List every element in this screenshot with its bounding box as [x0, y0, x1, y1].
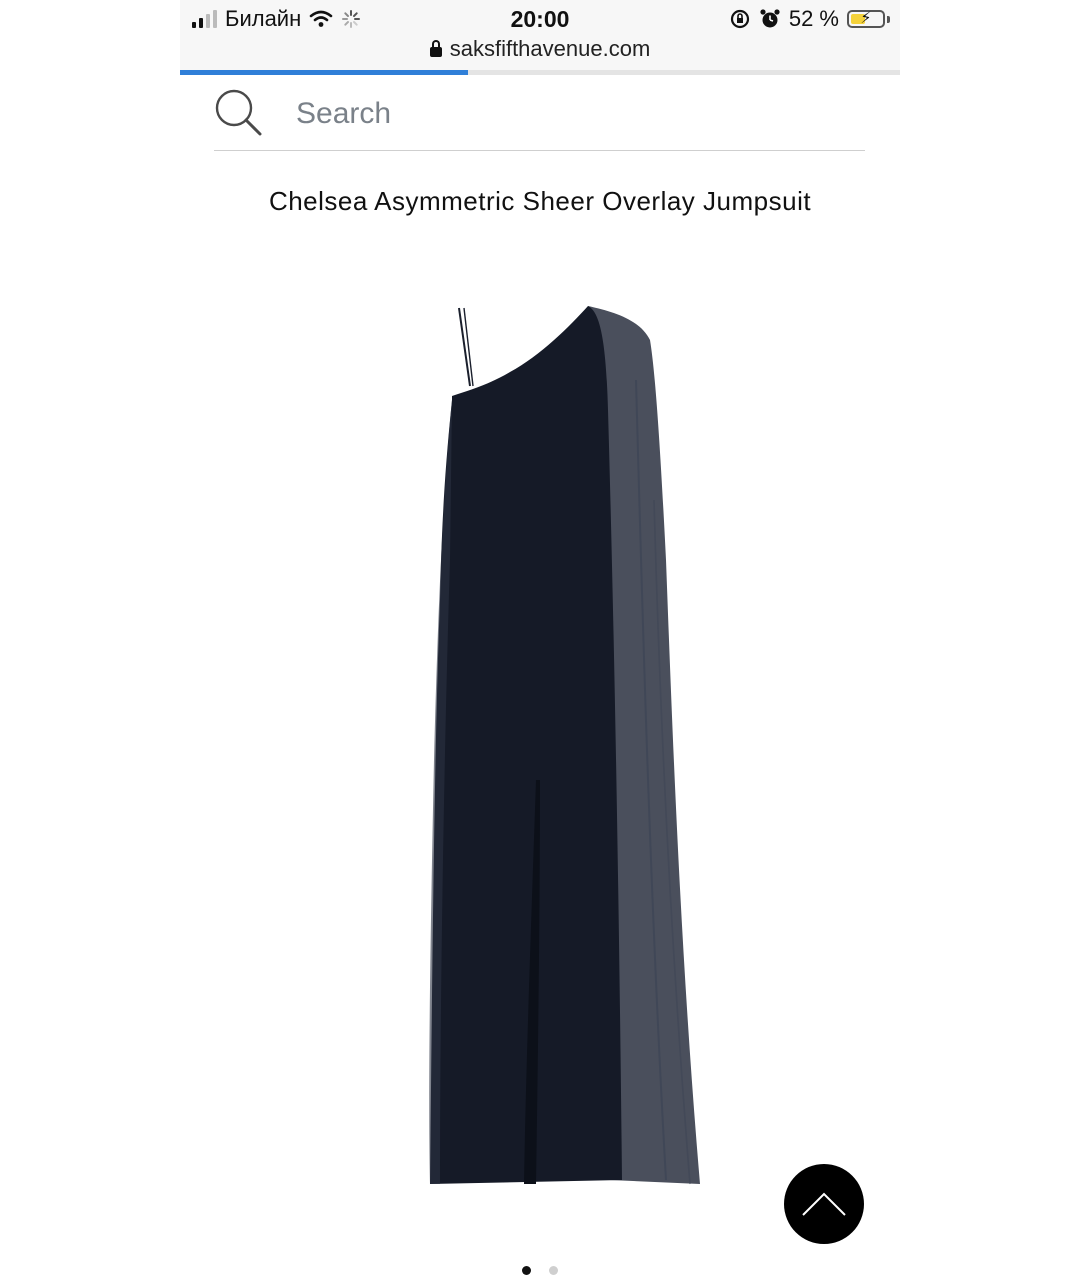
carousel-dot[interactable]: [549, 1266, 558, 1275]
status-right: 52 % ⚡: [729, 6, 890, 32]
product-image[interactable]: [410, 300, 710, 1200]
scroll-to-top-button[interactable]: [784, 1164, 864, 1244]
orientation-lock-icon: [730, 9, 749, 29]
lock-icon: [429, 40, 442, 57]
carousel-indicator: [180, 1266, 900, 1275]
search-icon[interactable]: [214, 88, 266, 140]
chevron-up-icon: [802, 1192, 846, 1216]
carousel-dot[interactable]: [522, 1266, 531, 1275]
battery-tip: [887, 15, 890, 23]
alarm-icon: [760, 9, 780, 28]
page-load-progress: [180, 70, 900, 75]
charging-bolt-icon: ⚡: [860, 10, 872, 27]
url-text[interactable]: saksfifthavenue.com: [450, 36, 651, 61]
status-bar: Билайн 20:00 52 % ⚡: [180, 0, 900, 40]
battery-percent: 52 %: [788, 6, 839, 31]
page-load-progress-fill: [180, 70, 468, 75]
phone-screen: Билайн 20:00 52 % ⚡ saksfifthavenue.com …: [180, 0, 900, 1280]
search-input[interactable]: [294, 96, 838, 132]
address-bar[interactable]: saksfifthavenue.com: [180, 36, 900, 70]
search-bar: [214, 88, 865, 151]
battery-icon: ⚡: [847, 10, 885, 28]
product-title: Chelsea Asymmetric Sheer Overlay Jumpsui…: [268, 186, 812, 216]
